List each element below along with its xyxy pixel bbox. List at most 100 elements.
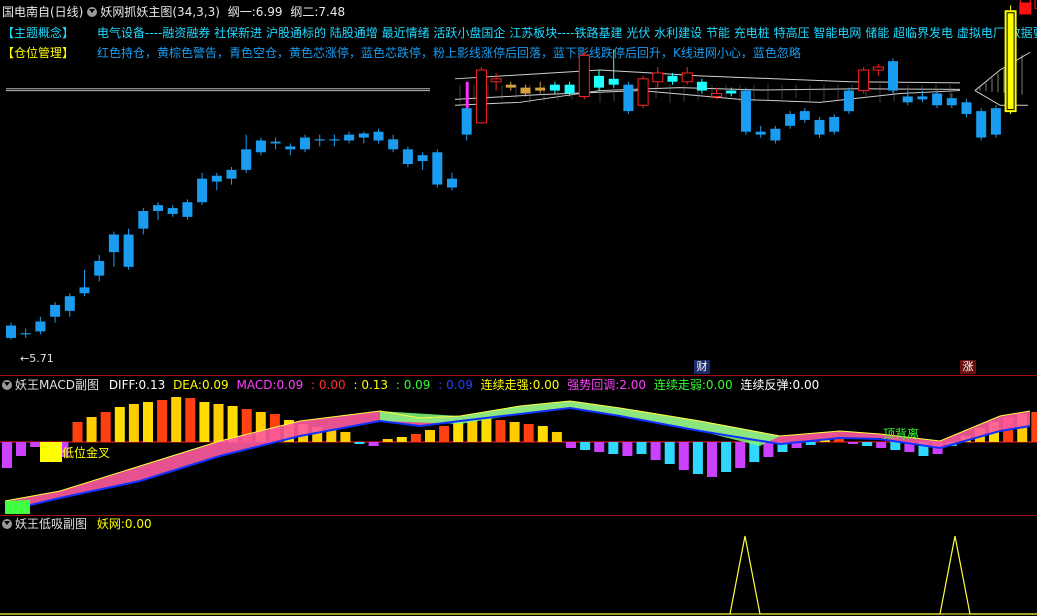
- candle-body: [20, 333, 31, 335]
- macd-bar: [523, 424, 534, 442]
- macd-bar: [425, 430, 435, 442]
- macd-bar: [16, 442, 26, 456]
- candle-body: [637, 78, 649, 106]
- candle-body: [388, 139, 399, 150]
- candle-body: [872, 66, 884, 71]
- candle-body: [902, 96, 913, 103]
- candlestick-chart[interactable]: [0, 0, 1037, 373]
- macd-bar: [650, 442, 661, 460]
- candle-body: [490, 78, 502, 83]
- candle-body: [475, 69, 487, 124]
- gold-cross-marker: [40, 442, 62, 462]
- candle-body: [608, 78, 619, 85]
- candle-body: [990, 108, 1001, 135]
- candle-body: [858, 69, 870, 92]
- candle-body: [64, 296, 75, 311]
- finance-marker[interactable]: 财: [694, 360, 710, 374]
- macd-bar: [467, 420, 478, 442]
- candle-body: [270, 141, 281, 144]
- macd-bar: [396, 437, 407, 442]
- macd-bar: [707, 442, 717, 477]
- candle-body: [344, 134, 355, 141]
- candle-body: [402, 149, 413, 164]
- candle-body: [814, 119, 825, 135]
- macd-bar: [622, 442, 633, 456]
- candle-body: [535, 87, 546, 91]
- candle-body: [197, 178, 208, 203]
- candle-body: [123, 234, 134, 267]
- candle-body: [255, 140, 266, 153]
- candle-body: [153, 205, 163, 211]
- candle-body: [300, 137, 310, 150]
- net-lower-line: [974, 90, 1028, 106]
- macd-bar: [721, 442, 732, 472]
- candle-body: [108, 234, 119, 253]
- net-upper-line: [454, 69, 961, 84]
- candle-body: [432, 152, 443, 185]
- macd-bar: [410, 434, 421, 442]
- lowbuy-chart[interactable]: [0, 516, 1037, 616]
- candle-body: [623, 84, 634, 112]
- candle-body: [917, 96, 928, 100]
- candle-body: [594, 75, 604, 88]
- macd-bar: [128, 404, 139, 442]
- macd-bar: [495, 420, 506, 442]
- macd-bar: [143, 402, 153, 442]
- candle-body: [373, 131, 384, 141]
- macd-bar: [876, 442, 887, 448]
- macd-bar: [1031, 412, 1037, 442]
- top-divergence-label: 顶背离: [883, 427, 920, 441]
- macd-chart[interactable]: [0, 376, 1037, 516]
- macd-bar: [368, 442, 379, 446]
- gold-cross-label: 低位金叉: [62, 446, 111, 460]
- candle-body: [314, 139, 325, 141]
- macd-bar: [100, 412, 111, 442]
- candle-body: [94, 260, 105, 276]
- macd-bar: [805, 442, 816, 445]
- macd-bar: [636, 442, 647, 454]
- candle-body: [770, 128, 781, 141]
- upper-shadow-mark: [465, 81, 469, 109]
- candle-body: [241, 149, 252, 170]
- candle-body: [417, 155, 428, 162]
- candle-body: [564, 84, 575, 94]
- macd-bar: [199, 402, 210, 442]
- candle-body: [211, 175, 222, 182]
- macd-bar: [185, 398, 196, 442]
- macd-bar: [114, 407, 125, 442]
- macd-bar: [608, 442, 619, 454]
- macd-bar: [354, 442, 365, 444]
- candle-body: [6, 325, 16, 338]
- candle-body: [932, 93, 943, 106]
- candle-body: [711, 93, 723, 97]
- macd-bar: [213, 404, 224, 442]
- candle-body: [652, 72, 664, 83]
- macd-bar: [678, 442, 689, 470]
- macd-ribbon-green: [5, 500, 30, 514]
- yw-line: [0, 535, 1037, 615]
- macd-bar: [157, 400, 168, 442]
- macd-bar: [763, 442, 774, 457]
- candle-body: [961, 102, 972, 115]
- candle-body: [1007, 13, 1014, 110]
- macd-bar: [340, 432, 351, 442]
- candle-body: [226, 169, 237, 179]
- macd-bar: [551, 432, 562, 442]
- macd-bar: [86, 417, 97, 442]
- candle-body: [50, 305, 61, 317]
- low-price-label: ←5.71: [20, 352, 54, 365]
- limit-up-marker[interactable]: 涨: [960, 360, 976, 374]
- candle-body: [785, 114, 796, 126]
- macd-bar: [509, 422, 520, 442]
- macd-bar: [594, 442, 605, 452]
- macd-bar: [439, 426, 450, 442]
- candle-body: [285, 146, 296, 150]
- macd-bar: [481, 418, 492, 442]
- candle-body: [182, 202, 193, 217]
- macd-bar: [735, 442, 746, 468]
- candle-body: [799, 111, 810, 120]
- candle-body: [35, 321, 46, 332]
- candle-body: [549, 84, 560, 91]
- macd-bar: [537, 426, 548, 442]
- candle-body: [755, 131, 766, 135]
